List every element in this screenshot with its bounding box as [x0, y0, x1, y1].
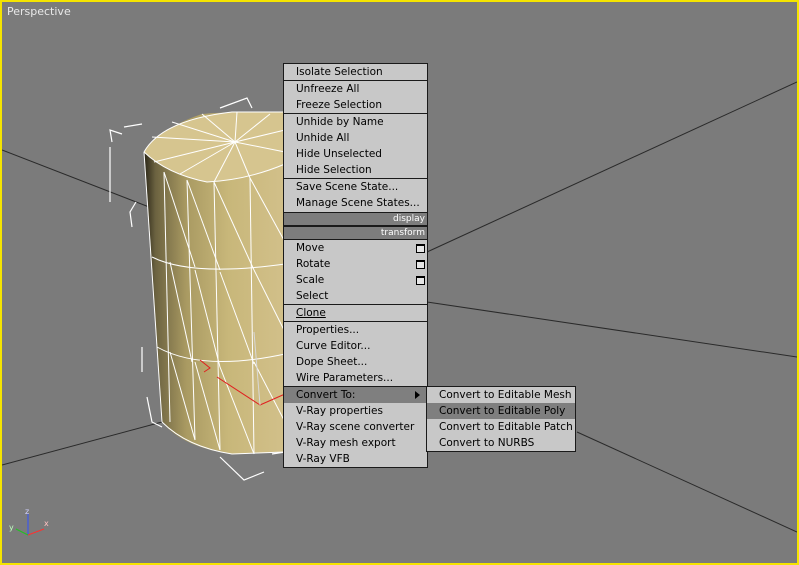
menu-item-vray-scene-converter[interactable]: V-Ray scene converter — [284, 419, 427, 435]
convert-to-submenu: Convert to Editable Mesh Convert to Edit… — [426, 386, 576, 452]
menu-item-unhide-all[interactable]: Unhide All — [284, 130, 427, 146]
menu-item-wire-parameters[interactable]: Wire Parameters... — [284, 370, 427, 386]
axis-x-label: x — [44, 519, 49, 528]
menu-item-dope-sheet[interactable]: Dope Sheet... — [284, 354, 427, 370]
menu-item-scale[interactable]: Scale — [284, 272, 427, 288]
axis-y-label: y — [9, 523, 14, 532]
settings-box-icon[interactable] — [416, 260, 425, 269]
menu-item-properties[interactable]: Properties... — [284, 322, 427, 338]
menu-item-manage-scene-states[interactable]: Manage Scene States... — [284, 195, 427, 211]
menu-item-rotate[interactable]: Rotate — [284, 256, 427, 272]
menu-item-hide-unselected[interactable]: Hide Unselected — [284, 146, 427, 162]
axis-z-label: z — [25, 507, 29, 516]
quad-header-display: display — [284, 212, 427, 226]
cylinder-object[interactable] — [143, 111, 286, 455]
submenu-arrow-icon — [415, 391, 420, 399]
menu-item-vray-properties[interactable]: V-Ray properties — [284, 403, 427, 419]
quad-header-transform: transform — [284, 226, 427, 240]
menu-item-move[interactable]: Move — [284, 240, 427, 256]
menu-item-unfreeze-all[interactable]: Unfreeze All — [284, 81, 427, 97]
quad-menu: Isolate Selection Unfreeze All Freeze Se… — [283, 63, 428, 468]
menu-item-hide-selection[interactable]: Hide Selection — [284, 162, 427, 178]
menu-item-vray-mesh-export[interactable]: V-Ray mesh export — [284, 435, 427, 451]
menu-item-isolate-selection[interactable]: Isolate Selection — [284, 64, 427, 80]
menu-item-select[interactable]: Select — [284, 288, 427, 304]
menu-item-unhide-by-name[interactable]: Unhide by Name — [284, 114, 427, 130]
menu-item-scale-label: Scale — [296, 274, 325, 286]
viewport-label[interactable]: Perspective — [7, 5, 71, 18]
settings-box-icon[interactable] — [416, 276, 425, 285]
menu-item-clone[interactable]: Clone — [284, 305, 427, 321]
menu-item-save-scene-state[interactable]: Save Scene State... — [284, 179, 427, 195]
axis-tripod: z y x — [9, 507, 49, 536]
menu-item-curve-editor[interactable]: Curve Editor... — [284, 338, 427, 354]
menu-item-move-label: Move — [296, 242, 325, 254]
menu-item-vray-vfb[interactable]: V-Ray VFB — [284, 451, 427, 467]
menu-item-convert-to-label: Convert To: — [296, 389, 356, 401]
menu-item-freeze-selection[interactable]: Freeze Selection — [284, 97, 427, 113]
submenu-item-editable-mesh[interactable]: Convert to Editable Mesh — [427, 387, 575, 403]
settings-box-icon[interactable] — [416, 244, 425, 253]
submenu-item-editable-patch[interactable]: Convert to Editable Patch — [427, 419, 575, 435]
submenu-item-editable-poly[interactable]: Convert to Editable Poly — [427, 403, 575, 419]
menu-item-rotate-label: Rotate — [296, 258, 331, 270]
menu-item-convert-to[interactable]: Convert To: — [284, 387, 427, 403]
submenu-item-nurbs[interactable]: Convert to NURBS — [427, 435, 575, 451]
